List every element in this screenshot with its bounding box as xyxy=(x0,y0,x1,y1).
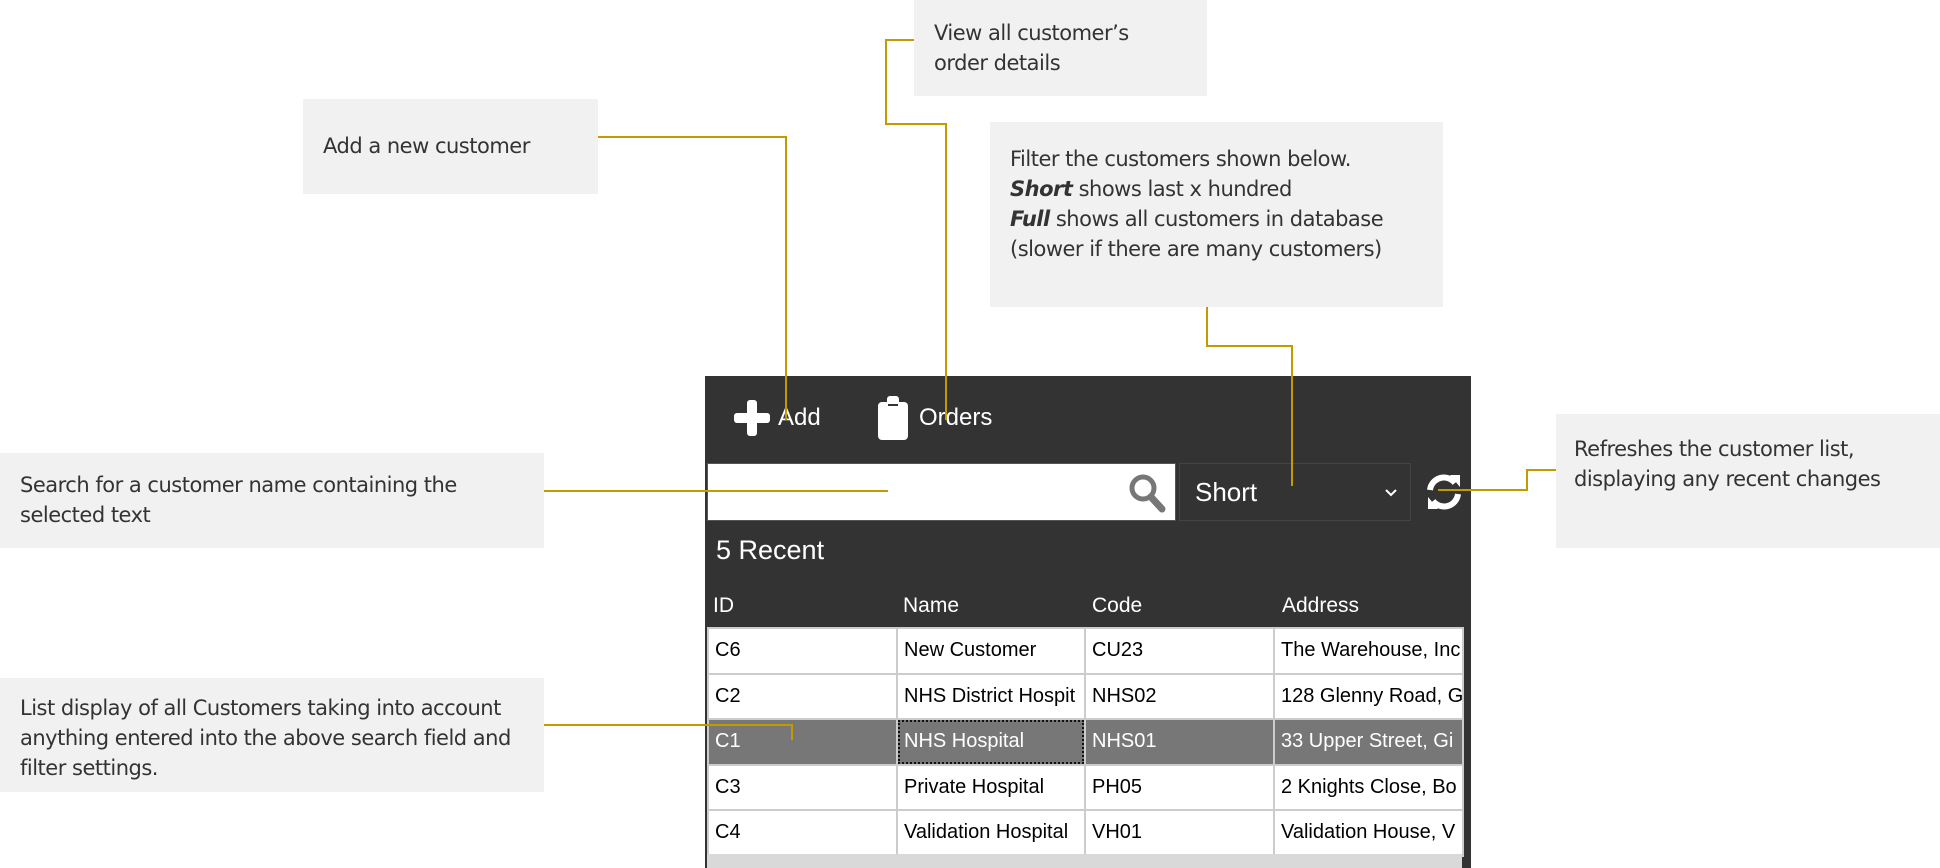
table-cell-address[interactable]: 33 Upper Street, Gi xyxy=(1273,718,1464,766)
filter-callout-line1: Filter the customers shown below. xyxy=(1010,147,1351,171)
callout-add: Add a new customer xyxy=(303,99,598,194)
table-footer xyxy=(707,854,1462,868)
table-cell-address[interactable]: 128 Glenny Road, G xyxy=(1273,672,1464,720)
filter-dropdown[interactable]: Short xyxy=(1179,463,1411,521)
connector-orders xyxy=(885,39,947,420)
clipboard-icon xyxy=(878,396,908,440)
column-header-name[interactable]: Name xyxy=(903,594,959,618)
table-row[interactable]: C6 New Customer CU23 The Warehouse, Inc xyxy=(707,627,1464,675)
filter-full-label: Full xyxy=(1010,207,1050,231)
filter-selected: Short xyxy=(1195,476,1258,507)
table-cell-name[interactable]: Private Hospital xyxy=(896,763,1086,811)
callout-orders: View all customer’s order details xyxy=(914,0,1207,96)
column-header-code[interactable]: Code xyxy=(1092,594,1142,618)
table-cell-id[interactable]: C2 xyxy=(707,672,898,720)
column-header-address[interactable]: Address xyxy=(1282,594,1359,618)
table-cell-name[interactable]: New Customer xyxy=(896,627,1086,675)
table-cell-id[interactable]: C6 xyxy=(707,627,898,675)
table-cell-code[interactable]: CU23 xyxy=(1084,627,1275,675)
filter-full-text: shows all customers in database (slower … xyxy=(1010,207,1384,261)
table-cell-address[interactable]: 2 Knights Close, Bo xyxy=(1273,763,1464,811)
callout-list: List display of all Customers taking int… xyxy=(0,678,544,792)
orders-button[interactable]: Orders xyxy=(877,396,992,440)
filter-short-label: Short xyxy=(1010,177,1073,201)
table-cell-id[interactable]: C1 xyxy=(707,718,898,766)
orders-label: Orders xyxy=(919,404,993,431)
table-cell-name[interactable]: NHS District Hospit xyxy=(896,672,1086,720)
table-cell-name[interactable]: Validation Hospital xyxy=(896,809,1086,857)
list-title: 5 Recent xyxy=(716,535,825,565)
table-cell-code[interactable]: NHS01 xyxy=(1084,718,1275,766)
table-cell-code[interactable]: NHS02 xyxy=(1084,672,1275,720)
callout-refresh: Refreshes the customer list, displaying … xyxy=(1556,414,1940,548)
plus-icon xyxy=(734,400,770,436)
search-icon[interactable] xyxy=(1128,473,1166,513)
search-input[interactable] xyxy=(707,463,1176,521)
callout-search: Search for a customer name containing th… xyxy=(0,453,544,548)
table-row[interactable]: C2 NHS District Hospit NHS02 128 Glenny Roa… xyxy=(707,672,1464,720)
table-cell-name[interactable]: NHS Hospital xyxy=(896,718,1086,766)
refresh-icon[interactable] xyxy=(1424,472,1464,512)
table-row[interactable]: C3 Private Hospital PH05 2 Knights Close, B… xyxy=(707,763,1464,811)
table-cell-id[interactable]: C3 xyxy=(707,763,898,811)
add-button[interactable]: Add xyxy=(732,396,821,440)
callout-filter: Filter the customers shown below. Short … xyxy=(990,122,1443,307)
column-header-id[interactable]: ID xyxy=(713,594,734,618)
table-cell-code[interactable]: PH05 xyxy=(1084,763,1275,811)
table-cell-address[interactable]: The Warehouse, Inc xyxy=(1273,627,1464,675)
filter-short-text: shows last x hundred xyxy=(1072,177,1293,201)
chevron-down-icon xyxy=(1385,489,1397,497)
table-cell-address[interactable]: Validation House, V xyxy=(1273,809,1464,857)
table-row[interactable]: C1 NHS Hospital NHS01 33 Upper Street, Gi xyxy=(707,718,1464,766)
add-label: Add xyxy=(778,404,821,431)
table-cell-code[interactable]: VH01 xyxy=(1084,809,1275,857)
table-row[interactable]: C4 Validation Hospital VH01 Validation Hous… xyxy=(707,809,1464,857)
table-cell-id[interactable]: C4 xyxy=(707,809,898,857)
customer-table: C6 New Customer CU23 The Warehouse, Inc C2 NH… xyxy=(707,627,1464,857)
